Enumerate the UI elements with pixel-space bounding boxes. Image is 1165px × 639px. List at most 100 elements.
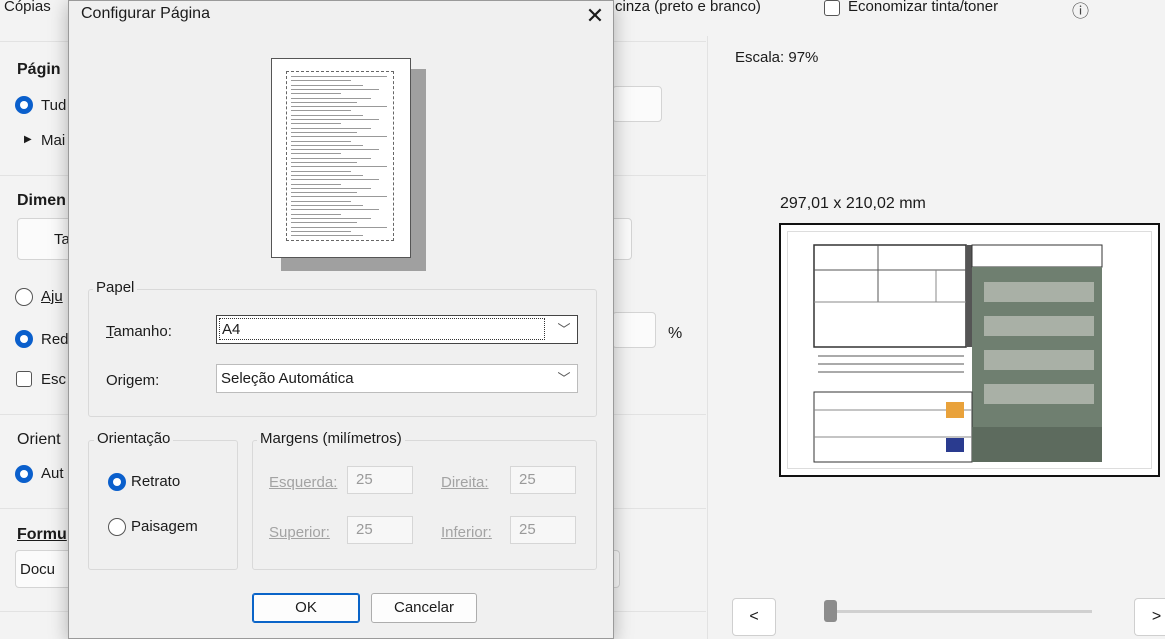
margin-left-input[interactable]: 25: [347, 466, 413, 494]
fit-radio[interactable]: [15, 288, 33, 306]
scale-readout: Escala: 97%: [735, 49, 819, 66]
margin-bottom-input[interactable]: 25: [510, 516, 576, 544]
scale-check-label: Esc: [41, 371, 67, 388]
orientation-group: [88, 440, 238, 570]
page-setup-dialog: Configurar Página ✕ Papel Tamanho: A4 ﹀ …: [68, 0, 614, 639]
color-mode-label[interactable]: cinza (preto e branco): [615, 0, 761, 15]
thumbnail-text-line: [291, 140, 351, 142]
scale-checkbox[interactable]: [16, 371, 32, 387]
floor-plan-image: [813, 244, 1103, 463]
paper-source-value: Seleção Automática: [221, 370, 354, 387]
thumbnail-text-line: [291, 162, 357, 163]
page-thumbnail: [271, 58, 411, 258]
paper-size-combobox[interactable]: A4 ﹀: [216, 315, 578, 344]
paper-size-value: A4: [219, 318, 545, 340]
thumbnail-text-line: [291, 235, 363, 237]
preview-content: [787, 231, 1152, 469]
percent-sign: %: [668, 325, 683, 342]
thumbnail-text-line: [291, 84, 363, 86]
thumbnail-text-line: [291, 200, 351, 202]
thumbnail-text-line: [291, 222, 357, 224]
paper-group-legend: Papel: [93, 279, 138, 296]
thumbnail-text-line: [291, 149, 379, 151]
margins-group: [252, 440, 597, 570]
close-icon[interactable]: ✕: [579, 1, 611, 31]
portrait-radio[interactable]: [108, 473, 126, 491]
reduce-radio[interactable]: [15, 330, 33, 348]
all-pages-label: Tud: [41, 97, 67, 114]
thumbnail-text-line: [291, 230, 351, 232]
paper-dimensions: 297,01 x 210,02 mm: [780, 195, 926, 212]
thumbnail-text-line: [291, 192, 357, 194]
margins-group-legend: Margens (milímetros): [257, 430, 405, 447]
cancel-button[interactable]: Cancelar: [371, 593, 477, 623]
format-heading: Formu: [17, 526, 67, 543]
thumbnail-text-area: [286, 71, 394, 241]
expand-triangle-icon[interactable]: ▶: [24, 134, 32, 145]
chevron-down-icon[interactable]: ﹀: [551, 316, 577, 344]
reduce-label: Red: [41, 331, 69, 348]
thumbnail-text-line: [291, 114, 363, 116]
thumbnail-text-line: [291, 119, 379, 120]
thumbnail-text-line: [291, 88, 379, 90]
pages-heading: Págin: [17, 61, 61, 78]
thumbnail-text-line: [291, 127, 371, 129]
thumbnail-text-line: [291, 101, 357, 103]
thumbnail-text-line: [291, 93, 341, 95]
margin-left-label: Esquerda:: [269, 474, 338, 491]
thumbnail-text-line: [291, 196, 387, 198]
auto-orientation-label: Aut: [41, 465, 64, 482]
ok-button[interactable]: OK: [252, 593, 360, 623]
paper-source-label: Origem:: [106, 372, 160, 389]
orientation-group-legend: Orientação: [94, 430, 174, 447]
dimension-heading: Dimen: [17, 192, 66, 209]
copies-label: Cópias: [4, 0, 51, 15]
landscape-radio[interactable]: [108, 518, 126, 536]
fit-label: Aju: [41, 288, 63, 305]
thumbnail-text-line: [291, 205, 363, 206]
more-settings-label[interactable]: Mai: [41, 132, 65, 149]
thumbnail-text-line: [291, 153, 341, 155]
thumbnail-text-line: [291, 174, 363, 176]
chevron-down-icon[interactable]: ﹀: [551, 365, 577, 393]
next-page-button[interactable]: >: [1134, 598, 1165, 636]
landscape-label: Paisagem: [131, 518, 198, 535]
thumbnail-text-line: [291, 97, 371, 99]
margin-top-input[interactable]: 25: [347, 516, 413, 544]
thumbnail-text-line: [291, 136, 387, 138]
paper-size-label-text: amanho:: [113, 323, 172, 340]
paper-size-label: Tamanho:: [106, 323, 172, 340]
thumbnail-text-line: [291, 217, 371, 219]
thumbnail-text-line: [291, 179, 379, 181]
paper-source-combobox[interactable]: Seleção Automática ﹀: [216, 364, 578, 393]
save-ink-label: Economizar tinta/toner: [848, 0, 999, 15]
thumbnail-text-line: [291, 166, 387, 168]
thumbnail-text-line: [291, 157, 371, 159]
scale-percent-field[interactable]: [612, 312, 656, 348]
all-pages-radio[interactable]: [15, 96, 33, 114]
thumbnail-text-line: [291, 209, 379, 211]
info-icon[interactable]: ⓘ: [1072, 0, 1089, 22]
save-ink-checkbox[interactable]: [824, 0, 840, 16]
thumbnail-text-line: [291, 80, 351, 82]
auto-orientation-radio[interactable]: [15, 465, 33, 483]
thumbnail-text-line: [291, 170, 351, 172]
pages-field[interactable]: [612, 86, 662, 122]
page-preview: [779, 223, 1160, 477]
previous-page-button[interactable]: <: [732, 598, 776, 636]
thumbnail-text-line: [291, 226, 387, 228]
format-value: Docu: [20, 561, 56, 578]
thumbnail-text-line: [291, 131, 357, 133]
page-slider-thumb[interactable]: [824, 600, 837, 622]
thumbnail-text-line: [291, 144, 363, 146]
margin-top-label: Superior:: [269, 524, 330, 541]
margin-bottom-label: Inferior:: [441, 524, 492, 541]
thumbnail-text-line: [291, 110, 351, 112]
thumbnail-text-line: [291, 106, 387, 108]
margin-right-input[interactable]: 25: [510, 466, 576, 494]
page-slider-track[interactable]: [824, 610, 1092, 613]
paper-group: [88, 289, 597, 417]
thumbnail-text-line: [291, 187, 371, 189]
thumbnail-text-line: [291, 213, 341, 215]
thumbnail-text-line: [291, 123, 341, 125]
